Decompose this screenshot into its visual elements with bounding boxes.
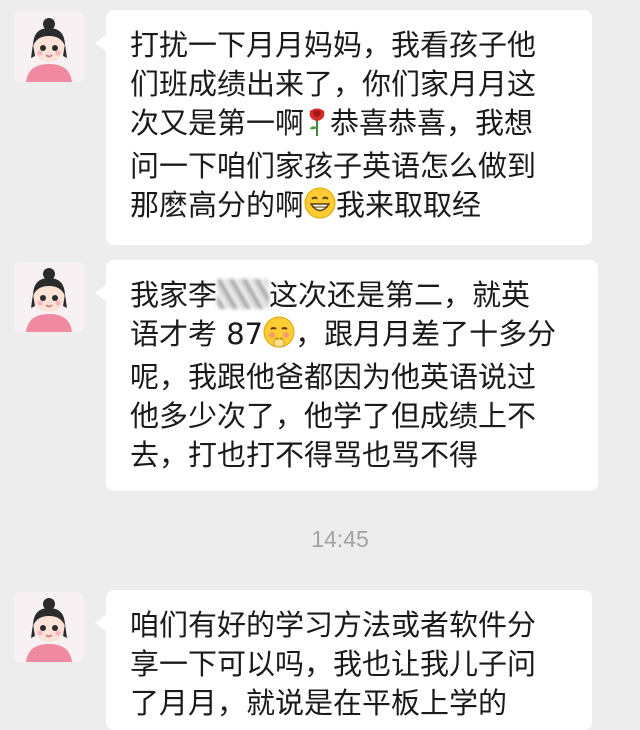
message-timestamp: 14:45 [311,526,369,552]
message-bubble[interactable]: 咱们有好的学习方法或者软件分 享一下可以吗，我也让我儿子问 了月月，就说是在平板… [95,590,592,730]
message-text: 去，打也打不得骂也骂不得 [130,438,479,472]
message-bubble[interactable]: 打扰一下月月妈妈，我看孩子他 们班成绩出来了，你们家月月这 次又是第一啊 恭喜恭喜… [95,10,592,245]
girl-avatar-icon [14,592,84,662]
message-text: 我来取取经 [336,188,482,222]
avatar[interactable] [14,12,84,82]
message-text: 问一下咱们家孩子英语怎么做到 [130,149,537,183]
girl-avatar-icon [14,12,84,82]
message-text: 了月月，就说是在平板上学的 [130,686,508,720]
message-text: 享一下可以吗，我也让我儿子问 [130,647,537,681]
message-text: 次又是第一啊 [130,106,305,140]
message-text: 我家李 [130,278,218,312]
message-text: 那麽高分的啊 [130,188,305,222]
message-text: 语才考 87 [130,317,264,351]
message-text: 打扰一下月月妈妈，我看孩子他 [130,28,537,62]
message-text: 们班成绩出来了，你们家月月这 [130,67,537,101]
message-text: 他多少次了，他学了但成绩上不 [130,399,537,433]
rose-icon [304,107,330,147]
girl-avatar-icon [14,262,84,332]
grin-icon [304,187,336,229]
blush-icon [263,316,295,358]
message-text: 这次还是第二，就英 [269,278,531,312]
message-text: 恭喜恭喜，我想 [330,106,534,140]
message-bubble[interactable]: 我家李 这次还是第二，就英 语才考 87 ，跟月月差了十多分 呢，我跟他爸都因为他英… [95,260,598,491]
message-text: 呢，我跟他爸都因为他英语说过 [130,360,537,394]
message-text: 咱们有好的学习方法或者软件分 [130,608,537,642]
redacted-name [217,279,270,309]
message-text: ，跟月月差了十多分 [295,317,557,351]
avatar[interactable] [14,262,84,332]
avatar[interactable] [14,592,84,662]
